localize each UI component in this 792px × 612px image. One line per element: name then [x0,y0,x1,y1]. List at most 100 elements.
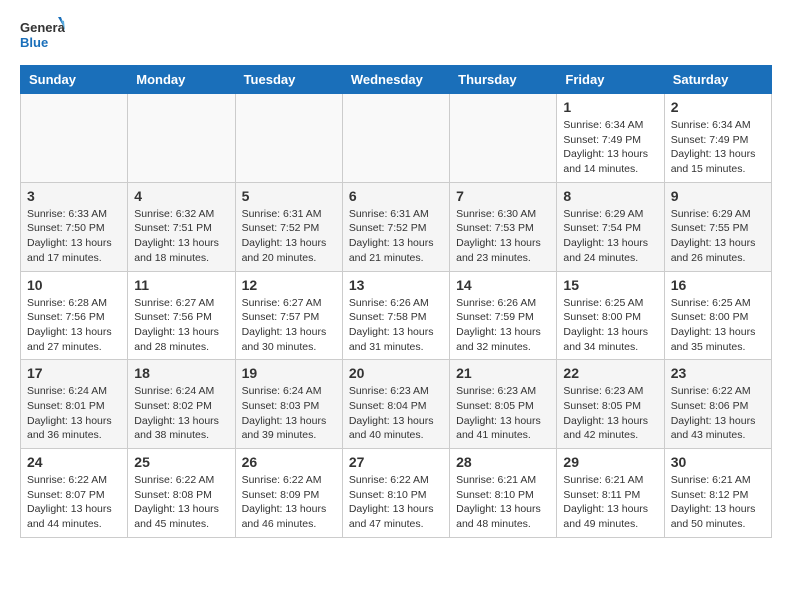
day-number: 16 [671,277,765,293]
day-info: Sunrise: 6:22 AM Sunset: 8:07 PM Dayligh… [27,473,121,532]
day-number: 21 [456,365,550,381]
day-info: Sunrise: 6:31 AM Sunset: 7:52 PM Dayligh… [349,207,443,266]
day-number: 19 [242,365,336,381]
day-info: Sunrise: 6:22 AM Sunset: 8:08 PM Dayligh… [134,473,228,532]
day-info: Sunrise: 6:22 AM Sunset: 8:06 PM Dayligh… [671,384,765,443]
calendar-cell: 4 Sunrise: 6:32 AM Sunset: 7:51 PM Daylig… [128,182,235,271]
calendar-row-1: 1 Sunrise: 6:34 AM Sunset: 7:49 PM Daylig… [21,94,772,183]
day-info: Sunrise: 6:23 AM Sunset: 8:05 PM Dayligh… [563,384,657,443]
day-info: Sunrise: 6:27 AM Sunset: 7:56 PM Dayligh… [134,296,228,355]
day-info: Sunrise: 6:21 AM Sunset: 8:12 PM Dayligh… [671,473,765,532]
day-number: 20 [349,365,443,381]
calendar-cell: 25 Sunrise: 6:22 AM Sunset: 8:08 PM Dayli… [128,449,235,538]
day-number: 28 [456,454,550,470]
calendar-cell: 12 Sunrise: 6:27 AM Sunset: 7:57 PM Dayli… [235,271,342,360]
header-row: SundayMondayTuesdayWednesdayThursdayFrid… [21,66,772,94]
day-info: Sunrise: 6:24 AM Sunset: 8:02 PM Dayligh… [134,384,228,443]
calendar-cell: 7 Sunrise: 6:30 AM Sunset: 7:53 PM Daylig… [450,182,557,271]
col-header-thursday: Thursday [450,66,557,94]
day-info: Sunrise: 6:34 AM Sunset: 7:49 PM Dayligh… [671,118,765,177]
svg-text:Blue: Blue [20,35,48,50]
calendar-table: SundayMondayTuesdayWednesdayThursdayFrid… [20,65,772,538]
day-info: Sunrise: 6:29 AM Sunset: 7:55 PM Dayligh… [671,207,765,266]
day-info: Sunrise: 6:23 AM Sunset: 8:05 PM Dayligh… [456,384,550,443]
day-info: Sunrise: 6:22 AM Sunset: 8:10 PM Dayligh… [349,473,443,532]
calendar-cell: 3Sunrise: 6:33 AM Sunset: 7:50 PM Daylig… [21,182,128,271]
day-info: Sunrise: 6:30 AM Sunset: 7:53 PM Dayligh… [456,207,550,266]
calendar-cell: 17 Sunrise: 6:24 AM Sunset: 8:01 PM Dayli… [21,360,128,449]
logo-svg: General Blue [20,15,65,55]
calendar-cell: 18 Sunrise: 6:24 AM Sunset: 8:02 PM Dayli… [128,360,235,449]
calendar-cell: 21 Sunrise: 6:23 AM Sunset: 8:05 PM Dayli… [450,360,557,449]
day-number: 24 [27,454,121,470]
day-number: 2 [671,99,765,115]
day-info: Sunrise: 6:26 AM Sunset: 7:58 PM Dayligh… [349,296,443,355]
calendar-cell: 14 Sunrise: 6:26 AM Sunset: 7:59 PM Dayli… [450,271,557,360]
col-header-monday: Monday [128,66,235,94]
calendar-cell: 24 Sunrise: 6:22 AM Sunset: 8:07 PM Dayli… [21,449,128,538]
calendar-cell: 11Sunrise: 6:27 AM Sunset: 7:56 PM Dayli… [128,271,235,360]
day-number: 22 [563,365,657,381]
day-info: Sunrise: 6:23 AM Sunset: 8:04 PM Dayligh… [349,384,443,443]
calendar-cell [342,94,449,183]
day-number: 9 [671,188,765,204]
logo: General Blue [20,15,65,55]
day-number: 10 [27,277,121,293]
calendar-cell: 9 Sunrise: 6:29 AM Sunset: 7:55 PM Daylig… [664,182,771,271]
calendar-cell: 20 Sunrise: 6:23 AM Sunset: 8:04 PM Dayli… [342,360,449,449]
calendar-cell: 22 Sunrise: 6:23 AM Sunset: 8:05 PM Dayli… [557,360,664,449]
calendar-cell [235,94,342,183]
day-number: 17 [27,365,121,381]
calendar-cell: 15 Sunrise: 6:25 AM Sunset: 8:00 PM Dayli… [557,271,664,360]
calendar-row-4: 17 Sunrise: 6:24 AM Sunset: 8:01 PM Dayli… [21,360,772,449]
calendar-cell: 27Sunrise: 6:22 AM Sunset: 8:10 PM Dayli… [342,449,449,538]
day-info: Sunrise: 6:26 AM Sunset: 7:59 PM Dayligh… [456,296,550,355]
calendar-cell [128,94,235,183]
page-header: General Blue [0,0,792,60]
calendar-cell: 26 Sunrise: 6:22 AM Sunset: 8:09 PM Dayli… [235,449,342,538]
col-header-saturday: Saturday [664,66,771,94]
logo-container: General Blue [20,15,65,55]
col-header-tuesday: Tuesday [235,66,342,94]
day-info: Sunrise: 6:32 AM Sunset: 7:51 PM Dayligh… [134,207,228,266]
calendar-cell: 13Sunrise: 6:26 AM Sunset: 7:58 PM Dayli… [342,271,449,360]
day-number: 18 [134,365,228,381]
calendar-cell [21,94,128,183]
day-info: Sunrise: 6:27 AM Sunset: 7:57 PM Dayligh… [242,296,336,355]
calendar-cell: 10 Sunrise: 6:28 AM Sunset: 7:56 PM Dayli… [21,271,128,360]
day-number: 4 [134,188,228,204]
calendar-row-5: 24 Sunrise: 6:22 AM Sunset: 8:07 PM Dayli… [21,449,772,538]
calendar-cell: 23 Sunrise: 6:22 AM Sunset: 8:06 PM Dayli… [664,360,771,449]
calendar-row-2: 3Sunrise: 6:33 AM Sunset: 7:50 PM Daylig… [21,182,772,271]
calendar-row-3: 10 Sunrise: 6:28 AM Sunset: 7:56 PM Dayli… [21,271,772,360]
calendar-cell: 6 Sunrise: 6:31 AM Sunset: 7:52 PM Daylig… [342,182,449,271]
day-number: 26 [242,454,336,470]
calendar-cell: 30 Sunrise: 6:21 AM Sunset: 8:12 PM Dayli… [664,449,771,538]
day-number: 23 [671,365,765,381]
day-number: 1 [563,99,657,115]
calendar-header: SundayMondayTuesdayWednesdayThursdayFrid… [21,66,772,94]
calendar-cell: 8Sunrise: 6:29 AM Sunset: 7:54 PM Daylig… [557,182,664,271]
day-number: 7 [456,188,550,204]
day-number: 14 [456,277,550,293]
day-number: 29 [563,454,657,470]
day-info: Sunrise: 6:21 AM Sunset: 8:11 PM Dayligh… [563,473,657,532]
day-info: Sunrise: 6:24 AM Sunset: 8:03 PM Dayligh… [242,384,336,443]
calendar-cell: 19 Sunrise: 6:24 AM Sunset: 8:03 PM Dayli… [235,360,342,449]
day-number: 5 [242,188,336,204]
day-number: 12 [242,277,336,293]
day-number: 30 [671,454,765,470]
day-info: Sunrise: 6:25 AM Sunset: 8:00 PM Dayligh… [671,296,765,355]
calendar-cell [450,94,557,183]
day-number: 15 [563,277,657,293]
day-info: Sunrise: 6:28 AM Sunset: 7:56 PM Dayligh… [27,296,121,355]
day-info: Sunrise: 6:21 AM Sunset: 8:10 PM Dayligh… [456,473,550,532]
day-info: Sunrise: 6:25 AM Sunset: 8:00 PM Dayligh… [563,296,657,355]
day-number: 25 [134,454,228,470]
day-number: 6 [349,188,443,204]
day-info: Sunrise: 6:29 AM Sunset: 7:54 PM Dayligh… [563,207,657,266]
day-info: Sunrise: 6:24 AM Sunset: 8:01 PM Dayligh… [27,384,121,443]
day-info: Sunrise: 6:22 AM Sunset: 8:09 PM Dayligh… [242,473,336,532]
calendar-cell: 16 Sunrise: 6:25 AM Sunset: 8:00 PM Dayli… [664,271,771,360]
calendar-cell: 29 Sunrise: 6:21 AM Sunset: 8:11 PM Dayli… [557,449,664,538]
